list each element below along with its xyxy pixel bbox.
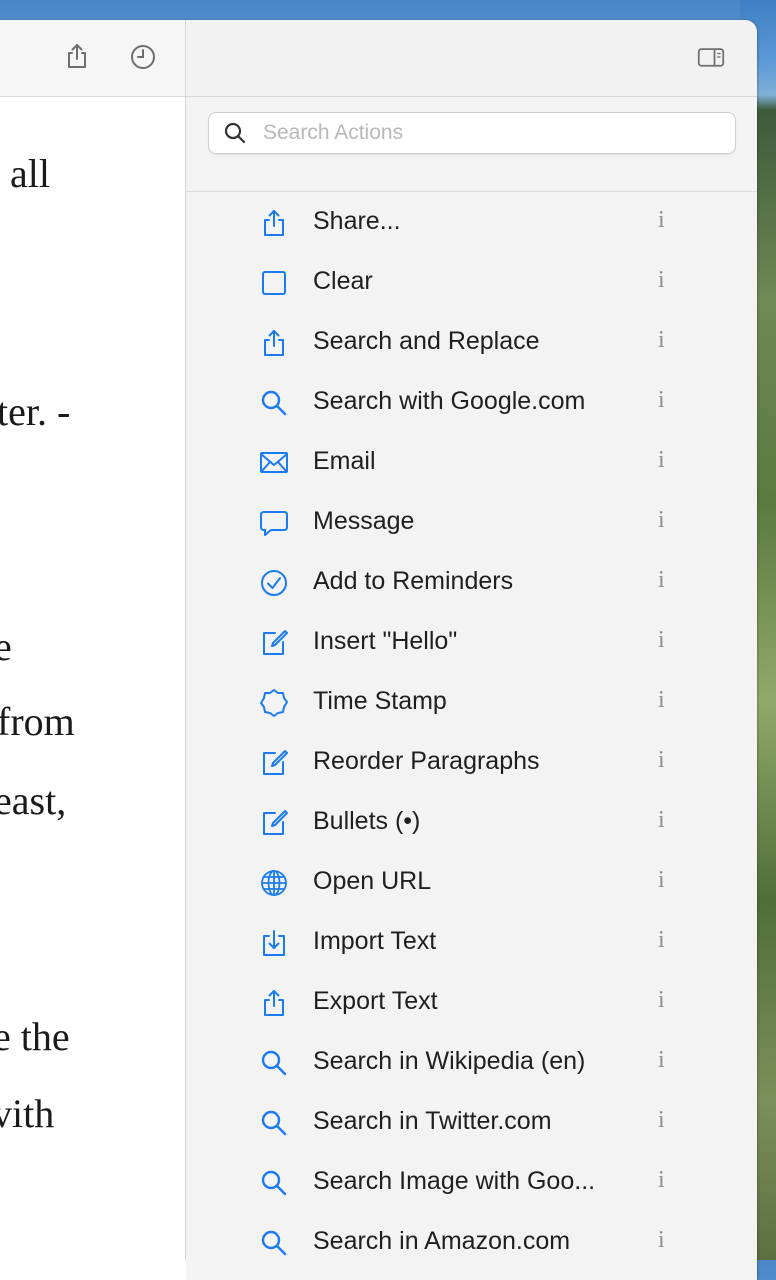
info-button[interactable]: i <box>658 987 665 1014</box>
action-label: Import Text <box>313 927 437 955</box>
action-label: Message <box>313 507 415 535</box>
share-icon <box>259 988 289 1018</box>
action-row[interactable]: Open URL i <box>186 852 757 912</box>
import-icon <box>259 928 289 958</box>
panel-toolbar <box>186 20 757 97</box>
action-row[interactable]: Search and Replace i <box>186 312 757 372</box>
document-line: ter. - <box>0 389 71 434</box>
action-row[interactable]: Email i <box>186 432 757 492</box>
info-button[interactable]: i <box>658 567 665 594</box>
action-row[interactable]: Search with Google.com i <box>186 372 757 432</box>
compose-icon <box>259 808 289 838</box>
history-clock-icon[interactable] <box>129 43 157 71</box>
action-label: Search in Amazon.com <box>313 1227 571 1255</box>
document-line: vith <box>0 1091 55 1136</box>
actions-panel: Share...iCleariSearch and ReplaceiSearch… <box>186 97 757 1280</box>
search-icon <box>259 1048 289 1078</box>
search-input[interactable] <box>261 117 725 149</box>
search-icon <box>259 388 289 418</box>
action-row[interactable]: Reorder Paragraphs i <box>186 732 757 792</box>
app-window: all ter. - e from east, e the vith Share… <box>0 20 757 1280</box>
info-button[interactable]: i <box>658 267 665 294</box>
info-button[interactable]: i <box>658 927 665 954</box>
message-bubble-icon <box>259 508 289 538</box>
compose-icon <box>259 628 289 658</box>
sidebar-toggle-icon[interactable] <box>697 43 729 71</box>
action-label: Search Image with Goo... <box>313 1167 596 1195</box>
share-icon <box>259 328 289 358</box>
search-icon <box>223 121 247 145</box>
action-row[interactable]: Search in Wikipedia (en) i <box>186 1032 757 1092</box>
action-label: Reorder Paragraphs <box>313 747 540 775</box>
info-button[interactable]: i <box>658 687 665 714</box>
action-label: Search in Twitter.com <box>313 1107 552 1135</box>
action-label: Share... <box>313 207 401 235</box>
action-label: Bullets (•) <box>313 807 421 835</box>
action-label: Email <box>313 447 376 475</box>
action-label: Insert "Hello" <box>313 627 458 655</box>
search-icon <box>259 1228 289 1258</box>
action-row[interactable]: Search in Twitter.com i <box>186 1092 757 1152</box>
info-button[interactable]: i <box>658 867 665 894</box>
action-row[interactable]: Search Image with Goo... i <box>186 1152 757 1212</box>
info-button[interactable]: i <box>658 1227 665 1254</box>
document-toolbar <box>0 20 185 97</box>
action-row[interactable]: Time Stamp i <box>186 672 757 732</box>
action-label: Search with Google.com <box>313 387 586 415</box>
action-label: Search in Wikipedia (en) <box>313 1047 586 1075</box>
document-line: e the <box>0 1014 70 1059</box>
document-text-area[interactable]: all ter. - e from east, e the vith <box>0 97 185 1280</box>
action-row[interactable]: Add to Reminders i <box>186 552 757 612</box>
action-row[interactable]: Import Text i <box>186 912 757 972</box>
info-button[interactable]: i <box>658 1107 665 1134</box>
info-button[interactable]: i <box>658 747 665 774</box>
document-line: all <box>10 151 50 196</box>
info-button[interactable]: i <box>658 807 665 834</box>
document-line: east, <box>0 778 67 823</box>
share-icon[interactable] <box>63 42 91 70</box>
share-icon <box>259 208 289 238</box>
checkmark-circle-icon <box>259 568 289 598</box>
action-row[interactable]: Share... i <box>186 192 757 252</box>
action-row[interactable]: Bullets (•) i <box>186 792 757 852</box>
document-line: e <box>0 624 12 669</box>
document-line: from <box>0 699 75 744</box>
action-row[interactable]: Message i <box>186 492 757 552</box>
info-button[interactable]: i <box>658 387 665 414</box>
search-icon <box>259 1168 289 1198</box>
globe-icon <box>259 868 289 898</box>
info-button[interactable]: i <box>658 1047 665 1074</box>
search-icon <box>259 1108 289 1138</box>
action-label: Search and Replace <box>313 327 540 355</box>
search-field[interactable] <box>208 112 736 154</box>
info-button[interactable]: i <box>658 627 665 654</box>
search-bar-area <box>186 97 757 192</box>
gear-badge-icon <box>259 688 289 718</box>
action-label: Export Text <box>313 987 438 1015</box>
compose-icon <box>259 748 289 778</box>
action-row[interactable]: Export Text i <box>186 972 757 1032</box>
envelope-icon <box>259 448 289 478</box>
action-label: Open URL <box>313 867 432 895</box>
action-row[interactable]: Insert "Hello" i <box>186 612 757 672</box>
action-row[interactable]: Clear i <box>186 252 757 312</box>
square-icon <box>259 268 289 298</box>
info-button[interactable]: i <box>658 507 665 534</box>
action-label: Time Stamp <box>313 687 447 715</box>
info-button[interactable]: i <box>658 447 665 474</box>
info-button[interactable]: i <box>658 327 665 354</box>
action-label: Add to Reminders <box>313 567 514 595</box>
action-label: Clear <box>313 267 373 295</box>
info-button[interactable]: i <box>658 1167 665 1194</box>
action-row[interactable]: Search in Amazon.com i <box>186 1212 757 1272</box>
info-button[interactable]: i <box>658 207 665 234</box>
